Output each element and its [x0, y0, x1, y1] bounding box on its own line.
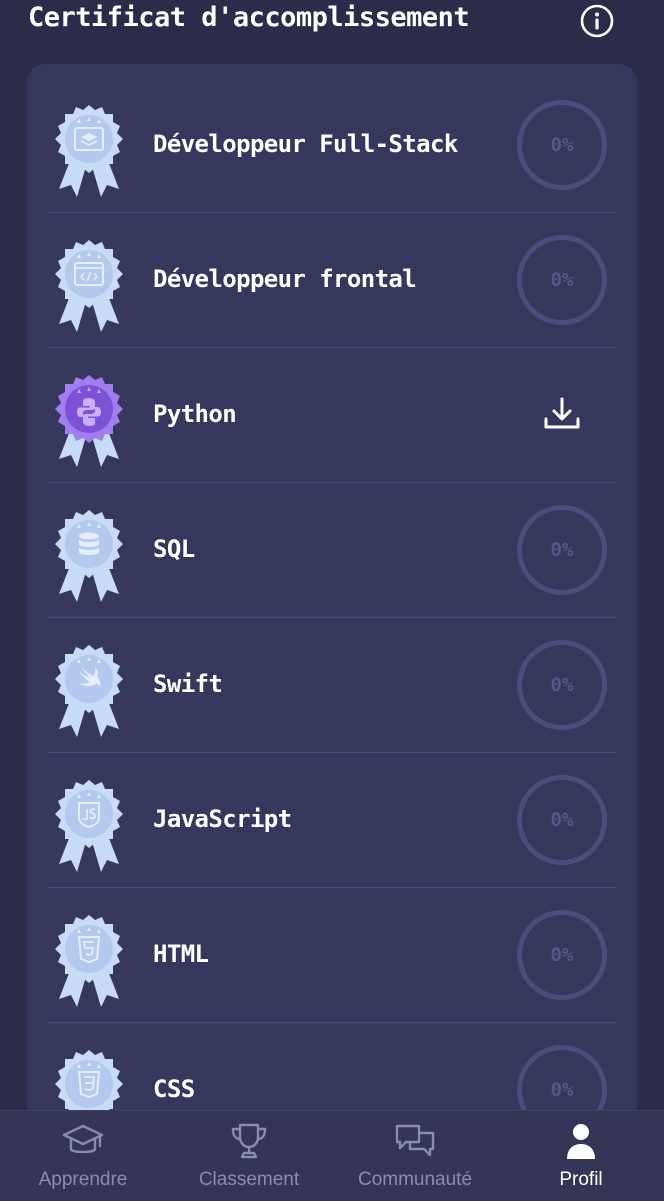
page-title: Certificat d'accomplissement	[28, 2, 470, 33]
certificates-list: Développeur Full-Stack 0% Développeur fr…	[27, 64, 637, 1144]
download-button[interactable]	[541, 393, 583, 435]
certificate-name: Python	[153, 400, 237, 428]
trophy-icon	[231, 1123, 267, 1159]
certificate-name: Développeur Full-Stack	[153, 130, 458, 158]
progress-ring: 0%	[517, 505, 607, 595]
certificate-row-sql[interactable]: SQL 0%	[47, 482, 617, 618]
certificate-row-full-stack[interactable]: Développeur Full-Stack 0%	[47, 77, 617, 213]
graduation-cap-icon	[62, 1124, 104, 1154]
certificate-row-python[interactable]: Python	[47, 347, 617, 483]
code-window-icon	[55, 240, 123, 332]
nav-label: Classement	[198, 1169, 300, 1190]
nav-item-communaute[interactable]: Communauté	[332, 1111, 498, 1201]
header: Certificat d'accomplissement	[0, 0, 664, 60]
html5-icon	[55, 915, 123, 1007]
certificate-name: Swift	[153, 670, 223, 698]
database-icon	[55, 510, 123, 602]
nav-item-apprendre[interactable]: Apprendre	[0, 1111, 166, 1201]
user-icon	[567, 1124, 595, 1159]
certificate-row-frontend[interactable]: Développeur frontal 0%	[47, 212, 617, 348]
progress-ring: 0%	[517, 100, 607, 190]
nav-item-profil[interactable]: Profil	[498, 1111, 664, 1201]
nav-label: Communauté	[357, 1169, 473, 1190]
certificate-name: Développeur frontal	[153, 265, 417, 293]
bottom-nav: Apprendre Classement Communauté Profil	[0, 1110, 664, 1201]
certificate-row-swift[interactable]: Swift 0%	[47, 617, 617, 753]
python-icon	[55, 375, 123, 467]
download-icon	[544, 397, 580, 429]
nav-label: Apprendre	[38, 1169, 128, 1190]
progress-ring: 0%	[517, 910, 607, 1000]
nav-label: Profil	[559, 1169, 603, 1190]
js-icon	[55, 780, 123, 872]
progress-ring: 0%	[517, 640, 607, 730]
info-circle-icon	[580, 4, 614, 38]
nav-item-classement[interactable]: Classement	[166, 1111, 332, 1201]
progress-ring: 0%	[517, 775, 607, 865]
info-button[interactable]	[579, 3, 615, 39]
progress-ring: 0%	[517, 235, 607, 325]
certificate-row-javascript[interactable]: JavaScript 0%	[47, 752, 617, 888]
certificate-name: HTML	[153, 940, 209, 968]
layers-icon	[55, 105, 123, 197]
certificate-name: JavaScript	[153, 805, 292, 833]
certificate-row-html[interactable]: HTML 0%	[47, 887, 617, 1023]
swift-icon	[55, 645, 123, 737]
chat-bubbles-icon	[395, 1124, 435, 1157]
certificate-name: SQL	[153, 535, 195, 563]
